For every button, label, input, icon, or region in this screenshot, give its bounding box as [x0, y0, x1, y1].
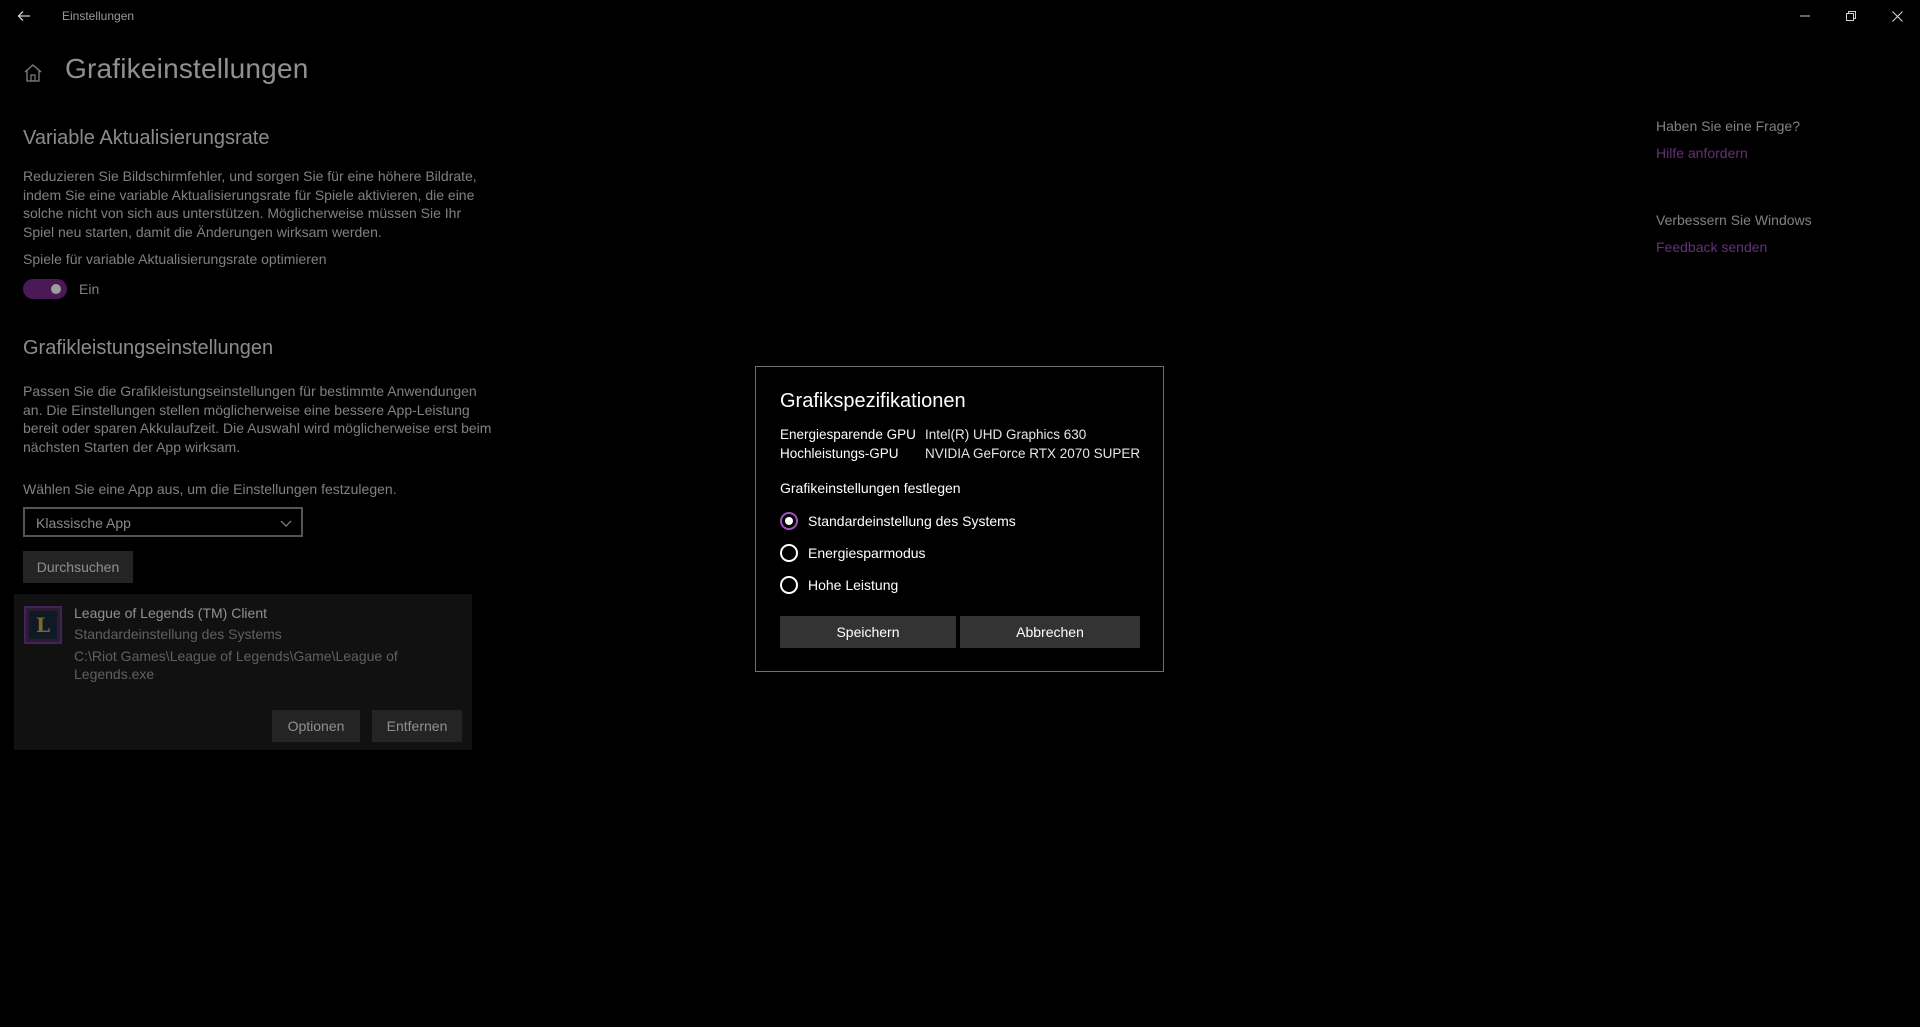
radio-option-system-default[interactable]: Standardeinstellung des Systems	[780, 510, 1016, 532]
spec-label-power-saving: Energiesparende GPU	[780, 427, 916, 442]
app-name: League of Legends (TM) Client	[74, 605, 267, 621]
perf-description: Passen Sie die Grafikleistungseinstellun…	[23, 383, 492, 455]
vrr-heading: Variable Aktualisierungsrate	[23, 127, 270, 149]
close-button[interactable]	[1874, 0, 1920, 32]
back-button[interactable]	[10, 4, 38, 28]
feedback-link[interactable]: Feedback senden	[1656, 239, 1767, 255]
radio-option-high-performance[interactable]: Hohe Leistung	[780, 574, 898, 596]
radio-label: Standardeinstellung des Systems	[808, 513, 1016, 529]
radio-label: Energiesparmodus	[808, 545, 926, 561]
app-type-select[interactable]: Klassische App	[23, 507, 303, 537]
spec-value-high-performance: NVIDIA GeForce RTX 2070 SUPER	[925, 446, 1141, 461]
options-button[interactable]: Optionen	[272, 710, 360, 742]
title-bar: Einstellungen	[0, 0, 1920, 32]
restore-button[interactable]	[1828, 0, 1874, 32]
radio-unselected[interactable]	[780, 544, 798, 562]
vrr-toggle-state: Ein	[79, 281, 100, 297]
chevron-down-icon	[280, 520, 292, 527]
question-heading: Haben Sie eine Frage?	[1656, 118, 1800, 134]
arrow-left-icon	[17, 11, 30, 21]
toggle-knob	[51, 284, 61, 294]
league-of-legends-icon: L	[24, 606, 62, 644]
dialog-title: Grafikspezifikationen	[780, 390, 966, 412]
radio-label: Hohe Leistung	[808, 577, 899, 593]
vrr-description: Reduzieren Sie Bildschirmfehler, und sor…	[23, 168, 477, 240]
perf-heading: Grafikleistungseinstellungen	[23, 337, 274, 359]
cancel-button[interactable]: Abbrechen	[960, 616, 1140, 648]
dialog-subheading: Grafikeinstellungen festlegen	[780, 480, 961, 496]
home-icon	[24, 64, 42, 82]
restore-icon	[1846, 11, 1856, 21]
select-prompt: Wählen Sie eine App aus, um die Einstell…	[23, 481, 397, 497]
radio-unselected[interactable]	[780, 576, 798, 594]
page-title: Grafikeinstellungen	[65, 53, 309, 84]
spec-label-high-performance: Hochleistungs-GPU	[780, 446, 899, 461]
home-button[interactable]	[22, 62, 44, 84]
vrr-toggle[interactable]	[23, 279, 67, 299]
close-icon	[1891, 10, 1903, 22]
browse-button[interactable]: Durchsuchen	[23, 551, 133, 583]
app-path: C:\Riot Games\League of Legends\Game\Lea…	[74, 648, 398, 682]
vrr-toggle-label: Spiele für variable Aktualisierungsrate …	[23, 251, 327, 267]
radio-option-power-saving[interactable]: Energiesparmodus	[780, 542, 926, 564]
app-type-value: Klassische App	[36, 515, 131, 531]
minimize-icon	[1800, 15, 1810, 17]
window-title: Einstellungen	[62, 9, 135, 23]
spec-value-power-saving: Intel(R) UHD Graphics 630	[925, 427, 1087, 442]
radio-selected[interactable]	[780, 512, 798, 530]
remove-button[interactable]: Entfernen	[372, 710, 462, 742]
minimize-button[interactable]	[1782, 0, 1828, 32]
improve-heading: Verbessern Sie Windows	[1656, 212, 1812, 228]
save-button[interactable]: Speichern	[780, 616, 956, 648]
help-link[interactable]: Hilfe anfordern	[1656, 145, 1748, 161]
app-setting: Standardeinstellung des Systems	[74, 626, 282, 642]
